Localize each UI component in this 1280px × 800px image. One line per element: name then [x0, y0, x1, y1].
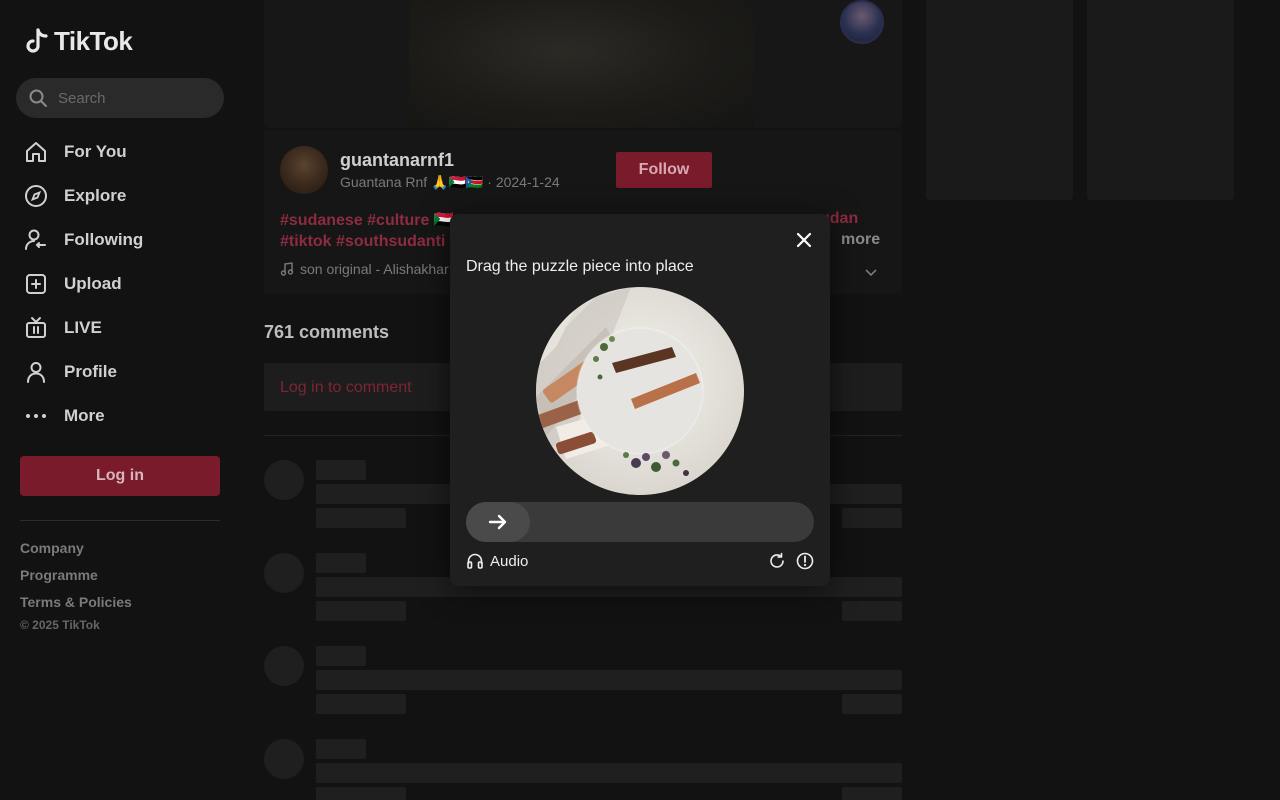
nav-following[interactable]: Following: [24, 218, 224, 262]
creator-avatar[interactable]: [840, 0, 884, 44]
live-icon: [24, 316, 48, 340]
nav-explore[interactable]: Explore: [24, 174, 224, 218]
footer-link-terms[interactable]: Terms & Policies: [20, 594, 132, 610]
profile-icon: [24, 360, 48, 384]
nav-label: Profile: [64, 362, 117, 381]
headphones-icon: [467, 553, 483, 569]
tiktok-logo[interactable]: TikTok: [24, 26, 133, 57]
skeleton-avatar: [264, 553, 304, 593]
sidebar: TikTok For You Explore Following: [0, 0, 240, 800]
captcha-slider-handle[interactable]: [466, 502, 530, 542]
skeleton-line: [316, 670, 902, 690]
skeleton-line: [316, 787, 406, 800]
sidebar-divider: [20, 520, 220, 521]
more-icon: [24, 404, 48, 428]
nav-label: Explore: [64, 186, 127, 205]
search-icon: [29, 89, 47, 107]
skeleton-line: [316, 601, 406, 621]
captcha-actions: [768, 552, 814, 570]
skeleton-avatar: [264, 646, 304, 686]
music-title: son original - Alishakhar: [300, 261, 449, 277]
author-meta: Guantana Rnf 🙏🇸🇩🇸🇸 · 2024-1-24: [340, 174, 560, 191]
skeleton-avatar: [264, 460, 304, 500]
recommended-video-card[interactable]: [926, 0, 1073, 200]
skeleton-line: [316, 460, 366, 480]
search-input[interactable]: [58, 89, 208, 107]
captcha-footer: Audio: [466, 551, 814, 571]
meta-separator: ·: [487, 174, 496, 190]
post-date: 2024-1-24: [495, 174, 560, 190]
skeleton-line: [842, 694, 902, 714]
author-avatar[interactable]: [280, 146, 328, 194]
login-button[interactable]: Log in: [20, 456, 220, 496]
skeleton-line: [842, 508, 902, 528]
skeleton-line: [842, 787, 902, 800]
recommended-video-card[interactable]: [1087, 0, 1234, 200]
footer-link-programme[interactable]: Programme: [20, 567, 132, 583]
video-frame: [409, 0, 754, 128]
author-username[interactable]: guantanarnf1: [340, 150, 454, 171]
skeleton-line: [316, 763, 902, 783]
caption-more-link[interactable]: more: [841, 231, 880, 249]
nav-for-you[interactable]: For You: [24, 130, 224, 174]
skeleton-line: [316, 646, 366, 666]
skeleton-avatar: [264, 739, 304, 779]
skeleton-line: [316, 553, 366, 573]
nav-upload[interactable]: Upload: [24, 262, 224, 306]
music-note-icon: [280, 262, 294, 276]
nav-label: Following: [64, 230, 144, 249]
chevron-down-icon[interactable]: [864, 265, 878, 279]
upload-icon: [24, 272, 48, 296]
login-to-comment-link[interactable]: Log in to comment: [280, 379, 412, 397]
brand-name: TikTok: [54, 26, 133, 56]
video-player[interactable]: [264, 0, 902, 128]
close-icon[interactable]: [794, 230, 814, 250]
nav-label: More: [64, 406, 105, 425]
footer-links: Company Programme Terms & Policies: [20, 540, 132, 621]
search-box[interactable]: [16, 78, 224, 118]
nav-live[interactable]: LIVE: [24, 306, 224, 350]
tiktok-note-icon: [26, 27, 48, 53]
captcha-modal: Drag the puzzle piece into place Audio: [450, 214, 830, 586]
nav-profile[interactable]: Profile: [24, 350, 224, 394]
audio-captcha-button[interactable]: Audio: [466, 552, 528, 570]
arrow-right-icon: [488, 514, 507, 530]
comment-skeleton: [264, 739, 902, 800]
skeleton-line: [316, 508, 406, 528]
comments-count: 761 comments: [264, 322, 390, 342]
captcha-puzzle-image: [536, 287, 744, 495]
nav-more[interactable]: More: [24, 394, 224, 438]
captcha-slider-track[interactable]: [466, 502, 814, 542]
puzzle-graphic: [536, 287, 744, 495]
main-nav: For You Explore Following Upload LIVE Pr…: [24, 130, 224, 438]
skeleton-line: [842, 601, 902, 621]
nav-label: LIVE: [64, 318, 102, 337]
nav-label: Upload: [64, 274, 122, 293]
captcha-title: Drag the puzzle piece into place: [466, 258, 694, 275]
nav-label: For You: [64, 142, 127, 161]
caption-hashtags-line1[interactable]: #sudanese #culture 🇸🇩: [280, 212, 454, 229]
compass-icon: [24, 184, 48, 208]
report-icon[interactable]: [796, 552, 814, 570]
copyright: © 2025 TikTok: [20, 618, 100, 632]
refresh-icon[interactable]: [768, 552, 786, 570]
follow-button[interactable]: Follow: [616, 152, 712, 188]
author-display-name: Guantana Rnf 🙏🇸🇩🇸🇸: [340, 174, 484, 190]
audio-label: Audio: [490, 552, 529, 570]
footer-link-company[interactable]: Company: [20, 540, 132, 556]
home-icon: [24, 140, 48, 164]
skeleton-line: [316, 739, 366, 759]
following-icon: [24, 228, 48, 252]
comment-skeleton: [264, 646, 902, 726]
skeleton-line: [316, 694, 406, 714]
music-info[interactable]: son original - Alishakhar: [280, 261, 449, 277]
